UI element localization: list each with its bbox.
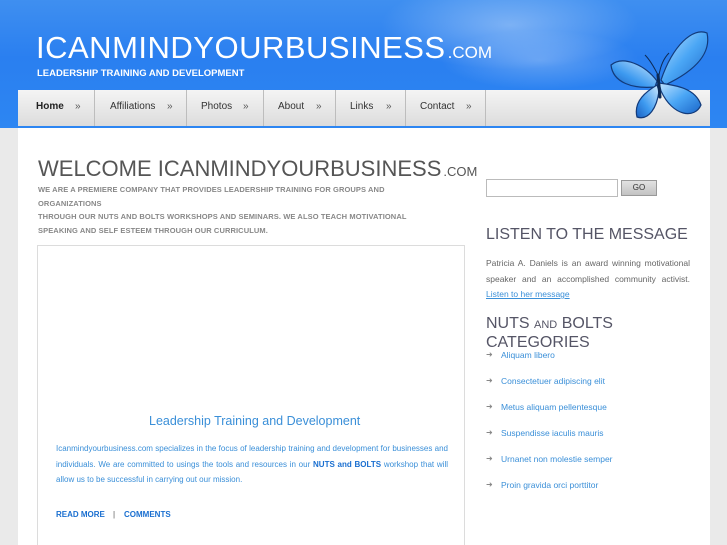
- arrow-right-icon: ➜: [486, 402, 493, 411]
- intro-text: WE ARE A PREMIERE COMPANY THAT PROVIDES …: [38, 183, 418, 237]
- arrow-right-icon: ➜: [486, 376, 493, 385]
- nav-item-links[interactable]: Links »: [336, 90, 406, 126]
- category-item[interactable]: ➜ Proin gravida orci porttitor: [486, 479, 690, 505]
- link-separator: |: [113, 510, 116, 519]
- nav-item-label[interactable]: About: [278, 90, 304, 124]
- post-box: [37, 245, 465, 545]
- category-item[interactable]: ➜ Urnanet non molestie semper: [486, 453, 690, 479]
- chevron-right-icon: »: [466, 101, 472, 112]
- read-more-link[interactable]: READ MORE: [56, 510, 105, 519]
- category-label[interactable]: Proin gravida orci porttitor: [501, 480, 598, 490]
- page-title: WELCOME ICANMINDYOURBUSINESS .COM: [38, 157, 477, 184]
- site-title[interactable]: ICANMINDYOURBUSINESS .COM: [36, 30, 492, 71]
- nav-item-home[interactable]: Home »: [18, 90, 95, 126]
- listen-link[interactable]: Listen to her message: [486, 289, 570, 299]
- category-label[interactable]: Consectetuer adipiscing elit: [501, 376, 605, 386]
- nav-item-affiliations[interactable]: Affiliations »: [95, 90, 187, 126]
- page-title-suffix: .COM: [443, 164, 478, 179]
- page-title-main: WELCOME ICANMINDYOURBUSINESS: [38, 156, 442, 181]
- nav-item-label[interactable]: Affiliations: [110, 90, 155, 124]
- site-title-main[interactable]: ICANMINDYOURBUSINESS: [36, 30, 446, 65]
- nav-item-label[interactable]: Photos: [201, 90, 232, 124]
- listen-text: Patricia A. Daniels is an award winning …: [486, 256, 690, 303]
- post-body-highlight: NUTS and BOLTS: [313, 459, 382, 469]
- chevron-right-icon: »: [316, 101, 322, 112]
- chevron-right-icon: »: [167, 101, 173, 112]
- post-body: Icanmindyourbusiness.com specializes in …: [56, 441, 448, 488]
- arrow-right-icon: ➜: [486, 350, 493, 359]
- arrow-right-icon: ➜: [486, 428, 493, 437]
- arrow-right-icon: ➜: [486, 480, 493, 489]
- site-title-suffix[interactable]: .COM: [448, 43, 492, 62]
- category-list: ➜ Aliquam libero ➜ Consectetuer adipiscing…: [486, 349, 690, 505]
- butterfly-logo: [610, 31, 709, 119]
- chevron-right-icon: »: [243, 101, 249, 112]
- post-title[interactable]: Leadership Training and Development: [149, 414, 360, 428]
- nav-item-label[interactable]: Contact: [420, 90, 454, 124]
- categories-heading-and: AND: [534, 319, 558, 331]
- nav-item-photos[interactable]: Photos »: [187, 90, 264, 126]
- chevron-right-icon: »: [386, 101, 392, 112]
- listen-description: Patricia A. Daniels is an award winning …: [486, 258, 690, 284]
- comments-link[interactable]: COMMENTS: [124, 510, 171, 519]
- nav-item-contact[interactable]: Contact »: [406, 90, 486, 126]
- category-item[interactable]: ➜ Suspendisse iaculis mauris: [486, 427, 690, 453]
- site-tagline: LEADERSHIP TRAINING AND DEVELOPMENT: [37, 68, 245, 79]
- go-button[interactable]: GO: [621, 180, 657, 196]
- category-item[interactable]: ➜ Metus aliquam pellentesque: [486, 401, 690, 427]
- category-label[interactable]: Urnanet non molestie semper: [501, 454, 613, 464]
- categories-heading-part: NUTS: [486, 315, 530, 332]
- nav-item-about[interactable]: About »: [264, 90, 336, 126]
- nav-item-label[interactable]: Links: [350, 90, 373, 124]
- arrow-right-icon: ➜: [486, 454, 493, 463]
- nav-item-label[interactable]: Home: [36, 90, 64, 124]
- category-item[interactable]: ➜ Consectetuer adipiscing elit: [486, 375, 690, 401]
- chevron-right-icon: »: [75, 101, 81, 112]
- search-input[interactable]: [486, 179, 618, 197]
- categories-heading: NUTS AND BOLTS CATEGORIES: [486, 315, 690, 351]
- category-label[interactable]: Metus aliquam pellentesque: [501, 402, 607, 412]
- intro-line: THROUGH OUR NUTS AND BOLTS WORKSHOPS AND…: [38, 212, 407, 235]
- category-label[interactable]: Suspendisse iaculis mauris: [501, 428, 604, 438]
- category-label[interactable]: Aliquam libero: [501, 350, 555, 360]
- listen-heading: LISTEN TO THE MESSAGE: [486, 226, 688, 243]
- intro-line: WE ARE A PREMIERE COMPANY THAT PROVIDES …: [38, 185, 385, 208]
- category-item[interactable]: ➜ Aliquam libero: [486, 349, 690, 375]
